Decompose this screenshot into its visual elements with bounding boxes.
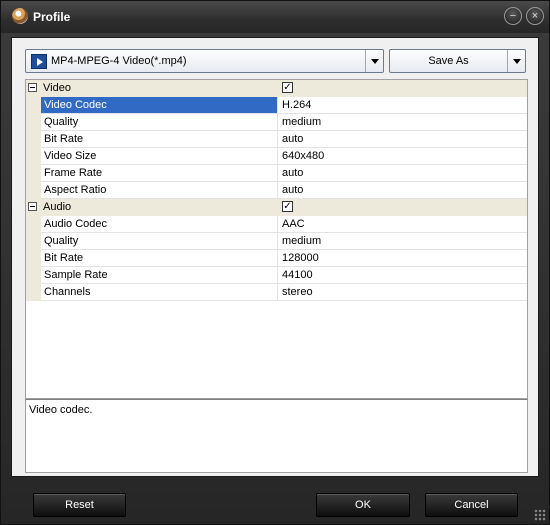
format-dropdown-arrow[interactable] <box>365 50 383 72</box>
property-value[interactable]: H.264 <box>282 99 311 111</box>
video-enable-checkbox[interactable]: ✓ <box>282 82 293 93</box>
save-as-label: Save As <box>428 55 469 67</box>
property-row[interactable]: Quality medium <box>26 114 527 131</box>
row-gutter <box>26 250 41 267</box>
property-row[interactable]: Video Size 640x480 <box>26 148 527 165</box>
row-gutter <box>26 182 41 199</box>
minimize-button[interactable]: − <box>504 7 522 25</box>
row-gutter <box>26 165 41 182</box>
property-value[interactable]: auto <box>282 167 303 179</box>
row-gutter <box>26 216 41 233</box>
row-gutter <box>26 131 41 148</box>
property-row[interactable]: Frame Rate auto <box>26 165 527 182</box>
window-title: Profile <box>33 10 71 24</box>
property-name: Bit Rate <box>41 131 278 147</box>
property-value[interactable]: auto <box>282 184 303 196</box>
property-value[interactable]: medium <box>282 235 321 247</box>
property-row[interactable]: Audio Codec AAC <box>26 216 527 233</box>
property-value[interactable]: auto <box>282 133 303 145</box>
category-row-video[interactable]: Video ✓ <box>26 80 527 97</box>
reset-button[interactable]: Reset <box>33 493 126 517</box>
property-value[interactable]: medium <box>282 116 321 128</box>
category-row-audio[interactable]: Audio ✓ <box>26 199 527 216</box>
chevron-down-icon <box>371 59 379 64</box>
video-format-icon <box>31 54 47 69</box>
property-name: Sample Rate <box>41 267 278 283</box>
audio-enable-checkbox[interactable]: ✓ <box>282 201 293 212</box>
save-as-dropdown-arrow[interactable] <box>507 50 525 72</box>
close-button[interactable]: × <box>526 7 544 25</box>
property-row[interactable]: Bit Rate auto <box>26 131 527 148</box>
description-panel: Video codec. <box>25 399 528 473</box>
cancel-button[interactable]: Cancel <box>425 493 518 517</box>
category-label: Audio <box>43 201 72 213</box>
row-gutter <box>26 148 41 165</box>
title-bar[interactable]: Profile − × <box>1 1 549 33</box>
profile-window: Profile − × MP4-MPEG-4 Video(*.mp4) Save… <box>0 0 550 525</box>
property-row[interactable]: Aspect Ratio auto <box>26 182 527 199</box>
property-name: Quality <box>41 233 278 249</box>
row-gutter <box>26 284 41 301</box>
property-value[interactable]: 44100 <box>282 269 313 281</box>
property-row[interactable]: Sample Rate 44100 <box>26 267 527 284</box>
format-select[interactable]: MP4-MPEG-4 Video(*.mp4) <box>25 49 384 73</box>
property-value[interactable]: stereo <box>282 286 313 298</box>
chevron-down-icon <box>513 59 521 64</box>
format-selected: MP4-MPEG-4 Video(*.mp4) <box>51 55 187 67</box>
row-gutter <box>26 233 41 250</box>
property-grid: Video ✓ Video Codec H.264 Quality medium… <box>25 79 528 399</box>
property-name: Aspect Ratio <box>41 182 278 198</box>
category-label: Video <box>43 82 71 94</box>
app-icon <box>12 8 28 24</box>
profile-panel: MP4-MPEG-4 Video(*.mp4) Save As Video ✓ … <box>11 37 539 477</box>
ok-button[interactable]: OK <box>316 493 410 517</box>
resize-grip-icon[interactable] <box>534 509 546 521</box>
description-text: Video codec. <box>29 404 93 416</box>
property-row[interactable]: Bit Rate 128000 <box>26 250 527 267</box>
property-value[interactable]: 128000 <box>282 252 319 264</box>
row-gutter <box>26 80 41 97</box>
property-name: Quality <box>41 114 278 130</box>
collapse-icon[interactable] <box>28 83 37 92</box>
property-row[interactable]: Channels stereo <box>26 284 527 301</box>
property-name: Video Size <box>41 148 278 164</box>
collapse-icon[interactable] <box>28 202 37 211</box>
property-value[interactable]: 640x480 <box>282 150 324 162</box>
property-name: Channels <box>41 284 278 300</box>
property-name: Audio Codec <box>41 216 278 232</box>
property-row[interactable]: Video Codec H.264 <box>26 97 527 114</box>
property-name: Video Codec <box>41 97 278 113</box>
row-gutter <box>26 97 41 114</box>
row-gutter <box>26 267 41 284</box>
property-row[interactable]: Quality medium <box>26 233 527 250</box>
property-name: Frame Rate <box>41 165 278 181</box>
save-as-button[interactable]: Save As <box>389 49 526 73</box>
row-gutter <box>26 114 41 131</box>
property-value[interactable]: AAC <box>282 218 305 230</box>
row-gutter <box>26 199 41 216</box>
property-name: Bit Rate <box>41 250 278 266</box>
